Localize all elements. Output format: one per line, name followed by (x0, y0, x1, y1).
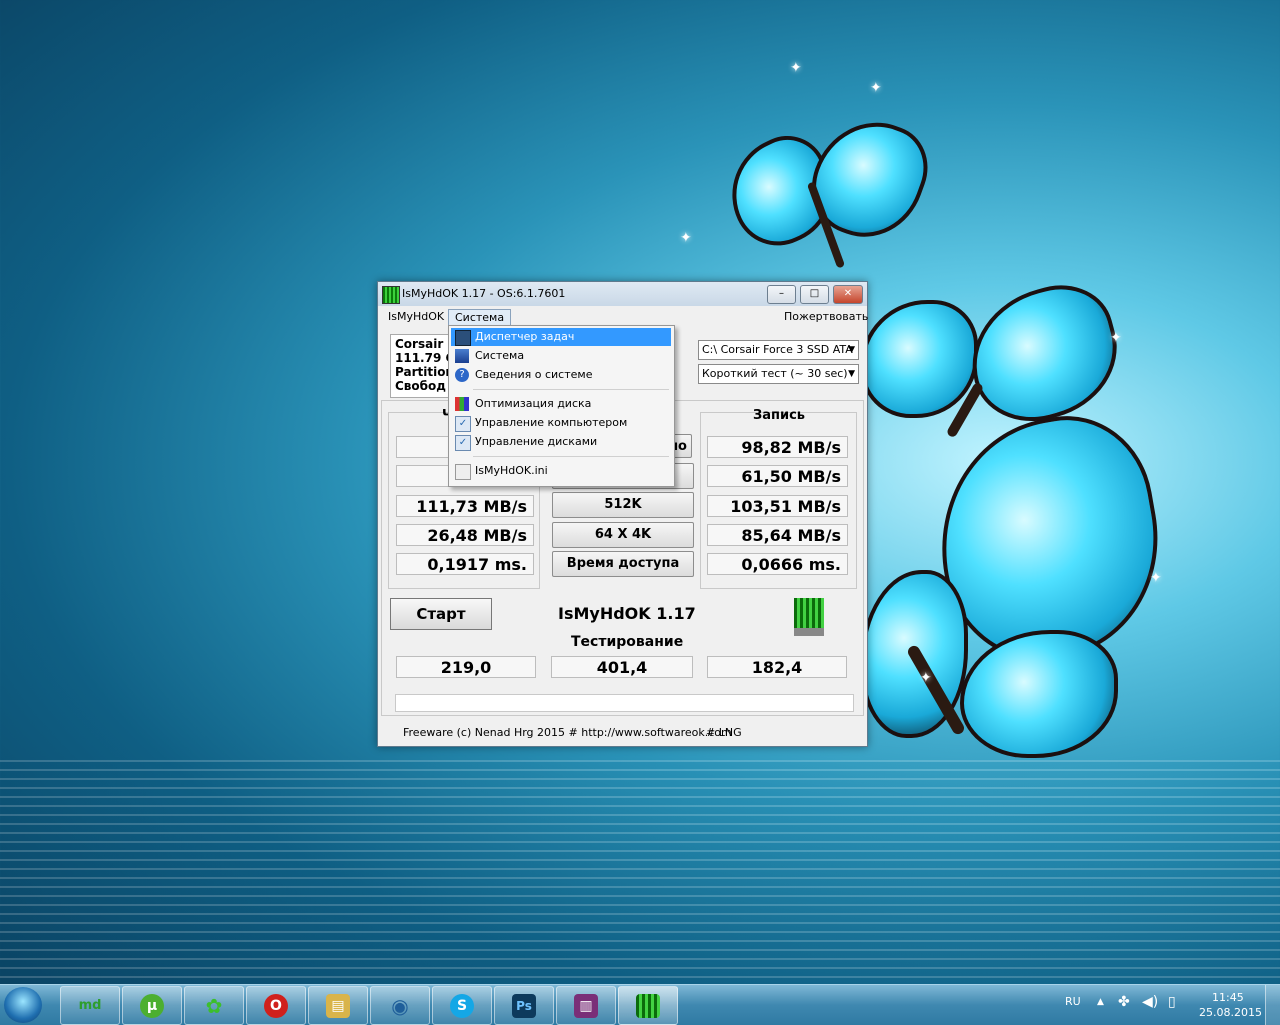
test-mode-select[interactable]: Короткий тест (~ 30 sec) ▼ (698, 364, 859, 384)
menu-item-disk-management[interactable]: ✓ Управление дисками (451, 433, 671, 451)
water-reflection (0, 760, 1280, 985)
start-button[interactable]: Старт (390, 598, 492, 630)
volume-icon[interactable]: ◀) (1142, 994, 1158, 1010)
menu-bar: IsMyHdOK Система Пожертвовать (378, 306, 868, 326)
result-write: 182,4 (707, 656, 847, 678)
ismyhdok-icon: ▮ (636, 994, 660, 1018)
menu-separator (473, 389, 669, 390)
menu-item-label: IsMyHdOK.ini (475, 464, 548, 477)
test-mode-value: Короткий тест (~ 30 sec) (702, 367, 848, 380)
taskbar-app-opera[interactable]: O (246, 986, 306, 1025)
start-menu-button[interactable] (4, 987, 42, 1023)
write-512k-value: 103,51 MB/s (707, 495, 848, 517)
read-access-time-value: 0,1917 ms. (396, 553, 534, 575)
menu-sistema[interactable]: Система (448, 309, 512, 326)
taskbar-app-skype[interactable]: S (432, 986, 492, 1025)
window-title: IsMyHdOK 1.17 - OS:6.1.7601 (402, 287, 566, 300)
maximize-button[interactable]: □ (800, 285, 829, 304)
minimize-button[interactable]: – (767, 285, 796, 304)
power-icon[interactable]: ▯ (1168, 994, 1176, 1010)
file-manager-icon: ▤ (326, 994, 350, 1018)
media-icon: ◉ (391, 994, 409, 1018)
write-4k-value: 61,50 MB/s (707, 465, 848, 487)
computer-icon (455, 349, 469, 363)
write-header: Запись (753, 408, 806, 423)
taskbar-app-mydefrag[interactable]: md (60, 986, 120, 1025)
ismyhdok-logo-icon (794, 598, 824, 636)
taskbar-app-utorrent[interactable]: µ (122, 986, 182, 1025)
read-64x4k-value: 26,48 MB/s (396, 524, 534, 546)
settings-file-icon (455, 464, 471, 480)
taskbar-app-photoshop[interactable]: Ps (494, 986, 554, 1025)
menu-item-label: Сведения о системе (475, 368, 593, 381)
menu-donate[interactable]: Пожертвовать (778, 309, 874, 324)
menu-item-system-info[interactable]: ? Сведения о системе (451, 366, 671, 384)
taskbar-app-icq[interactable]: ✿ (184, 986, 244, 1025)
utorrent-icon: µ (140, 994, 164, 1018)
footer: Freeware (c) Nenad Hrg 2015 # http://www… (378, 718, 867, 746)
show-hidden-icons-button[interactable]: ▲ (1097, 997, 1104, 1007)
app-logo-icon (382, 286, 400, 304)
menu-item-label: Управление компьютером (475, 416, 628, 429)
result-read: 401,4 (551, 656, 693, 678)
icq-icon: ✿ (205, 994, 223, 1018)
menu-separator (473, 456, 669, 457)
menu-item-system[interactable]: Система (451, 347, 671, 365)
menu-item-label: Управление дисками (475, 435, 598, 448)
taskbar-app-file-manager[interactable]: ▤ (308, 986, 368, 1025)
menu-item-label: Система (475, 349, 525, 362)
menu-item-computer-management[interactable]: ✓ Управление компьютером (451, 414, 671, 432)
photoshop-icon: Ps (512, 994, 536, 1018)
clock-date[interactable]: 25.08.2015 (1199, 1006, 1262, 1019)
test-512k-button[interactable]: 512K (552, 492, 694, 518)
test-access-time-button[interactable]: Время доступа (552, 551, 694, 577)
footer-copyright-link[interactable]: Freeware (c) Nenad Hrg 2015 # http://www… (403, 726, 732, 739)
taskbar-app-winrar[interactable]: ▥ (556, 986, 616, 1025)
defrag-icon (455, 397, 469, 411)
taskbar-app-ismyhdok[interactable]: ▮ (618, 986, 678, 1025)
clock-time[interactable]: 11:45 (1212, 991, 1244, 1004)
skype-icon: S (450, 994, 474, 1018)
drive-select-value: C:\ Corsair Force 3 SSD ATA (702, 343, 853, 356)
disk-management-icon: ✓ (455, 435, 471, 451)
footer-language-link[interactable]: # LNG (706, 726, 742, 739)
chevron-down-icon: ▼ (848, 345, 855, 355)
mydefrag-icon: md (78, 998, 102, 1013)
close-button[interactable]: ✕ (833, 285, 863, 304)
menu-item-ini-file[interactable]: IsMyHdOK.ini (451, 462, 671, 480)
show-desktop-button[interactable] (1265, 985, 1280, 1025)
management-icon: ✓ (455, 416, 471, 432)
result-total: 219,0 (396, 656, 536, 678)
task-manager-icon (455, 330, 471, 346)
read-512k-value: 111,73 MB/s (396, 495, 534, 517)
write-seq-value: 98,82 MB/s (707, 436, 848, 458)
write-64x4k-value: 85,64 MB/s (707, 524, 848, 546)
app-name-label: IsMyHdOK 1.17 (558, 604, 696, 623)
menu-item-disk-optimization[interactable]: Оптимизация диска (451, 395, 671, 413)
butterfly-bottom (860, 402, 1178, 758)
network-icon[interactable]: ✤ (1118, 994, 1130, 1010)
test-64x4k-button[interactable]: 64 X 4K (552, 522, 694, 548)
chevron-down-icon: ▼ (848, 369, 855, 379)
opera-icon: O (264, 994, 288, 1018)
taskbar: md µ ✿ O ▤ ◉ S Ps ▥ ▮ RU ▲ ✤ ◀) ▯ 11:45 … (0, 984, 1280, 1025)
help-icon: ? (455, 368, 469, 382)
taskbar-app-media[interactable]: ◉ (370, 986, 430, 1025)
menu-item-label: Диспетчер задач (475, 330, 575, 343)
butterfly-top (713, 105, 940, 280)
write-access-time-value: 0,0666 ms. (707, 553, 848, 575)
winrar-icon: ▥ (574, 994, 598, 1018)
system-menu-dropdown: Диспетчер задач Система ? Сведения о сис… (448, 325, 675, 487)
progress-bar (395, 694, 854, 712)
menu-item-label: Оптимизация диска (475, 397, 592, 410)
menu-item-task-manager[interactable]: Диспетчер задач (451, 328, 671, 346)
menu-ismyhdok[interactable]: IsMyHdOK (382, 309, 450, 324)
language-indicator[interactable]: RU (1065, 995, 1081, 1008)
testing-label: Тестирование (571, 634, 684, 650)
title-bar[interactable]: IsMyHdOK 1.17 - OS:6.1.7601 – □ ✕ (378, 282, 867, 306)
drive-select[interactable]: C:\ Corsair Force 3 SSD ATA ▼ (698, 340, 859, 360)
